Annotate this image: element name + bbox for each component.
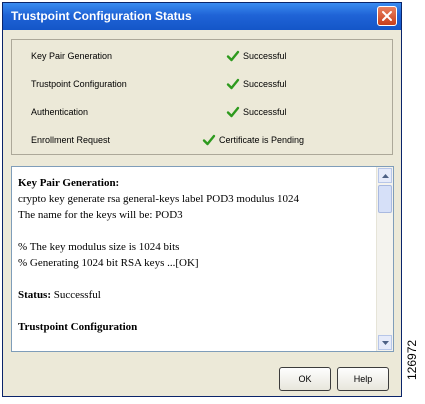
close-icon: [382, 11, 392, 21]
log-blank-line: [18, 271, 373, 287]
close-button[interactable]: [377, 6, 397, 26]
status-row-enrollment-request: Enrollment Request Certificate is Pendin…: [12, 133, 392, 149]
log-section-heading-trustpoint: Trustpoint Configuration: [18, 321, 138, 333]
log-line: The name for the keys will be: POD3: [18, 209, 183, 221]
check-icon: [202, 134, 216, 146]
log-content: Key Pair Generation: crypto key generate…: [18, 175, 373, 335]
scroll-down-arrow-icon: [381, 340, 389, 345]
scroll-down-button[interactable]: [378, 335, 392, 350]
log-line: % The key modulus size is 1024 bits: [18, 241, 180, 253]
scroll-up-button[interactable]: [378, 168, 392, 183]
log-line: crypto key generate rsa general-keys lab…: [18, 193, 300, 205]
check-icon: [226, 50, 240, 62]
check-icon: [226, 106, 240, 118]
figure-number: 126972: [405, 339, 419, 380]
help-button[interactable]: Help: [337, 367, 389, 391]
trustpoint-status-dialog: Trustpoint Configuration Status Key Pair…: [2, 2, 402, 397]
status-row-value: Successful: [243, 79, 287, 89]
log-textarea[interactable]: Key Pair Generation: crypto key generate…: [11, 166, 394, 352]
log-status-label: Status:: [18, 289, 52, 301]
check-icon: [226, 78, 240, 90]
status-row-value: Successful: [243, 107, 287, 117]
status-row-trustpoint-configuration: Trustpoint Configuration Successful: [12, 77, 392, 93]
vertical-scrollbar[interactable]: [376, 167, 393, 351]
title-bar[interactable]: Trustpoint Configuration Status: [3, 3, 401, 30]
log-status-line: Status: Successful: [18, 287, 373, 303]
status-panel: Key Pair Generation Successful Trustpoin…: [11, 39, 393, 155]
status-row-key-pair-generation: Key Pair Generation Successful: [12, 49, 392, 65]
status-row-value: Successful: [243, 51, 287, 61]
log-status-value: Successful: [53, 289, 101, 301]
window-title: Trustpoint Configuration Status: [11, 9, 192, 23]
status-row-label: Enrollment Request: [31, 135, 111, 145]
scroll-thumb[interactable]: [378, 185, 392, 213]
status-row-value: Certificate is Pending: [219, 135, 305, 145]
log-line: % Generating 1024 bit RSA keys ...[OK]: [18, 257, 199, 269]
log-blank-line: [18, 303, 373, 319]
status-row-label: Authentication: [31, 107, 89, 117]
ok-button[interactable]: OK: [279, 367, 331, 391]
status-row-label: Key Pair Generation: [31, 51, 113, 61]
status-row-authentication: Authentication Successful: [12, 105, 392, 121]
log-section-heading-key-pair: Key Pair Generation:: [18, 177, 120, 189]
status-row-label: Trustpoint Configuration: [31, 79, 127, 89]
log-blank-line: [18, 223, 373, 239]
scroll-up-arrow-icon: [381, 173, 389, 178]
